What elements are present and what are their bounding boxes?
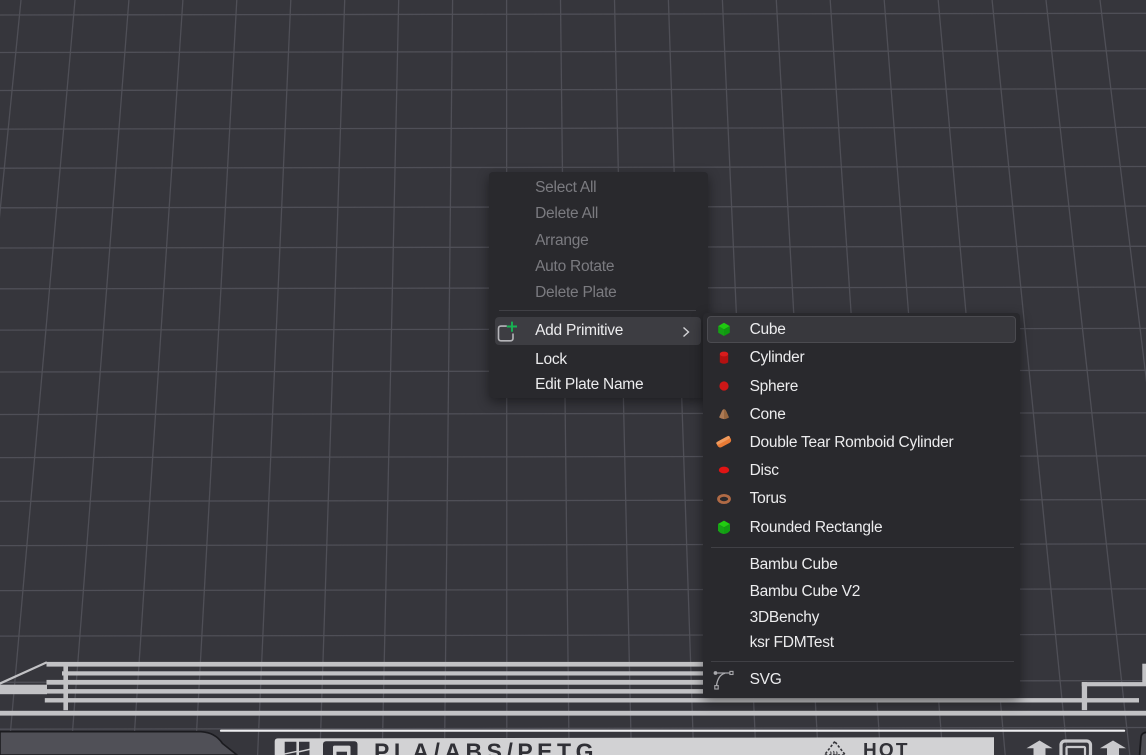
svg-text:PLA/ABS/PETG: PLA/ABS/PETG [374,739,598,755]
svg-text:HOT: HOT [863,740,910,755]
